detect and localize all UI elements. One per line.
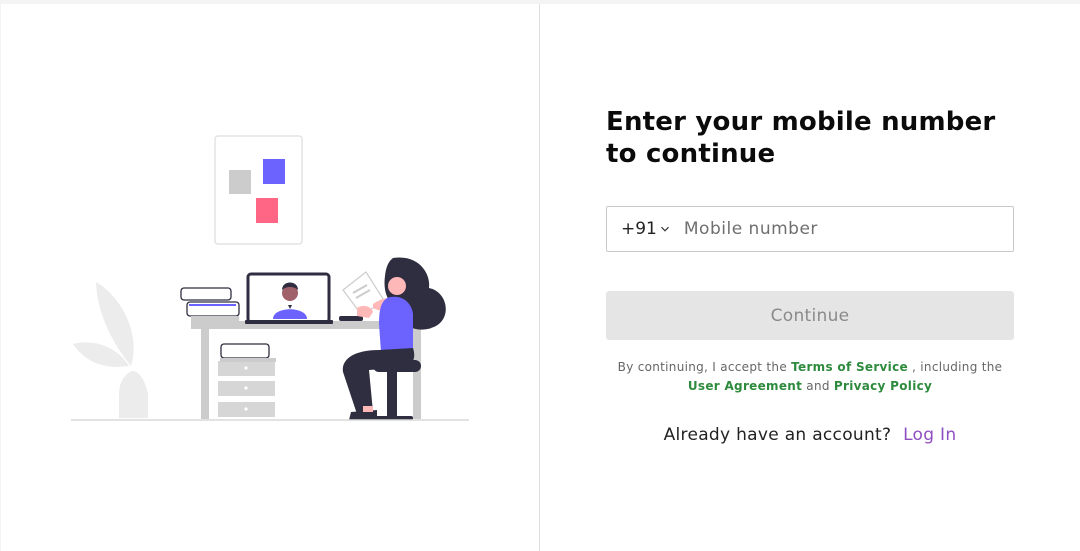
terms-text: By continuing, I accept the Terms of Ser… [606, 358, 1014, 396]
mobile-number-input[interactable] [675, 207, 1013, 251]
account-question: Already have an account? [663, 425, 892, 445]
user-agreement-link[interactable]: User Agreement [688, 379, 802, 393]
phone-field: +91 [606, 206, 1014, 252]
continue-button[interactable]: Continue [606, 291, 1014, 340]
privacy-policy-link[interactable]: Privacy Policy [834, 379, 932, 393]
terms-and: and [802, 379, 834, 393]
terms-prefix: By continuing, I accept the [617, 360, 792, 374]
login-card: Enter your mobile number to continue +91… [1, 4, 1080, 551]
country-code-select[interactable]: +91 [607, 207, 676, 251]
form-panel: Enter your mobile number to continue +91… [540, 4, 1080, 551]
login-prompt: Already have an account? Log In [606, 425, 1014, 445]
country-code-value: +91 [621, 219, 657, 239]
login-link[interactable]: Log In [903, 425, 956, 445]
illustration-panel [1, 4, 540, 551]
chevron-down-icon [660, 226, 669, 232]
terms-middle: , including the [907, 360, 1003, 374]
terms-of-service-link[interactable]: Terms of Service [791, 360, 908, 374]
page-title: Enter your mobile number to continue [606, 107, 996, 169]
workspace-illustration [71, 135, 469, 421]
